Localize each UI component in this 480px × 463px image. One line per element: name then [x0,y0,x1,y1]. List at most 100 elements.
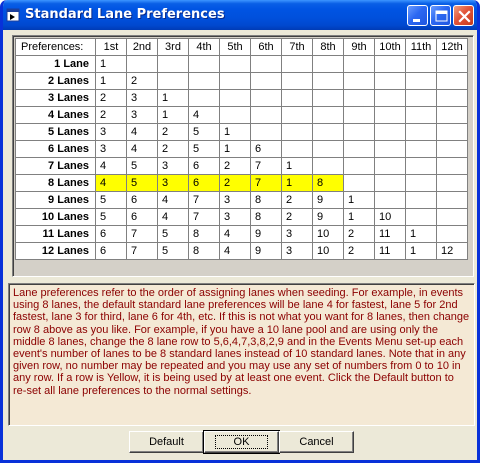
lane-cell[interactable]: 2 [126,72,158,90]
lane-cell[interactable] [374,157,406,175]
lane-cell[interactable]: 10 [312,242,344,260]
lane-cell[interactable]: 9 [250,225,282,243]
lane-cell[interactable]: 6 [126,208,158,226]
lane-cell[interactable]: 1 [405,225,437,243]
lane-cell[interactable] [405,89,437,107]
lane-cell[interactable]: 7 [126,225,158,243]
lane-cell[interactable] [436,174,468,192]
lane-cell[interactable] [405,55,437,73]
lane-cell[interactable]: 2 [95,106,127,124]
lane-cell[interactable] [250,123,282,141]
lane-cell[interactable]: 2 [219,174,251,192]
lane-cell[interactable] [188,89,220,107]
lane-cell[interactable]: 5 [157,242,189,260]
title-bar[interactable]: Standard Lane Preferences [3,0,477,30]
default-button[interactable]: Default [129,431,204,453]
lane-cell[interactable]: 1 [157,106,189,124]
lane-cell[interactable] [374,72,406,90]
ok-button[interactable]: OK [203,430,280,454]
lane-cell[interactable]: 1 [157,89,189,107]
lane-cell[interactable]: 2 [157,140,189,158]
lane-cell[interactable]: 1 [95,72,127,90]
lane-cell[interactable]: 1 [281,174,313,192]
minimize-button[interactable] [407,5,428,26]
lane-cell[interactable] [343,106,375,124]
lane-cell[interactable]: 1 [405,242,437,260]
lane-cell[interactable] [343,72,375,90]
lane-cell[interactable] [343,55,375,73]
lane-cell[interactable] [405,123,437,141]
lane-cell[interactable]: 4 [157,208,189,226]
lane-cell[interactable] [436,191,468,209]
lane-cell[interactable] [374,55,406,73]
lane-cell[interactable] [126,55,158,73]
lane-cell[interactable] [312,55,344,73]
lane-cell[interactable]: 2 [281,208,313,226]
lane-cell[interactable] [436,55,468,73]
lane-cell[interactable] [250,89,282,107]
lane-cell[interactable] [219,55,251,73]
lane-cell[interactable] [436,225,468,243]
lane-cell[interactable]: 4 [95,174,127,192]
lane-cell[interactable]: 10 [374,208,406,226]
lane-cell[interactable] [374,140,406,158]
lane-cell[interactable]: 3 [95,140,127,158]
lane-cell[interactable]: 5 [188,140,220,158]
lane-cell[interactable]: 3 [219,191,251,209]
lane-cell[interactable] [312,157,344,175]
lane-cell[interactable]: 8 [188,225,220,243]
lane-cell[interactable]: 2 [343,242,375,260]
lane-cell[interactable] [188,72,220,90]
lane-cell[interactable]: 5 [126,157,158,175]
lane-cell[interactable] [436,140,468,158]
lane-cell[interactable]: 1 [281,157,313,175]
lane-cell[interactable] [436,208,468,226]
lane-cell[interactable] [343,123,375,141]
lane-cell[interactable] [405,208,437,226]
lane-cell[interactable] [343,157,375,175]
lane-cell[interactable] [157,72,189,90]
lane-cell[interactable]: 4 [219,225,251,243]
maximize-button[interactable] [430,5,451,26]
lane-cell[interactable] [312,140,344,158]
lane-cell[interactable]: 5 [126,174,158,192]
lane-cell[interactable] [219,106,251,124]
lane-cell[interactable]: 5 [95,191,127,209]
lane-cell[interactable]: 1 [343,191,375,209]
lane-cell[interactable]: 7 [126,242,158,260]
lane-cell[interactable]: 3 [219,208,251,226]
lane-cell[interactable]: 9 [250,242,282,260]
lane-cell[interactable]: 7 [188,191,220,209]
lane-cell[interactable] [281,89,313,107]
lane-cell[interactable]: 5 [157,225,189,243]
lane-cell[interactable] [436,72,468,90]
lane-cell[interactable]: 4 [95,157,127,175]
lane-cell[interactable]: 5 [188,123,220,141]
lane-cell[interactable]: 3 [95,123,127,141]
lane-cell[interactable] [405,106,437,124]
lane-cell[interactable]: 4 [157,191,189,209]
lane-cell[interactable]: 8 [188,242,220,260]
lane-cell[interactable] [405,191,437,209]
lane-cell[interactable]: 4 [126,140,158,158]
lane-cell[interactable] [405,157,437,175]
lane-cell[interactable]: 6 [95,242,127,260]
lane-cell[interactable]: 6 [250,140,282,158]
lane-cell[interactable] [405,140,437,158]
lane-cell[interactable] [281,72,313,90]
lane-cell[interactable] [343,89,375,107]
lane-cell[interactable] [281,106,313,124]
lane-cell[interactable]: 6 [126,191,158,209]
lane-cell[interactable]: 8 [250,208,282,226]
lane-cell[interactable]: 1 [219,123,251,141]
lane-cell[interactable] [312,72,344,90]
lane-cell[interactable] [281,140,313,158]
lane-cell[interactable] [312,106,344,124]
lane-cell[interactable]: 4 [126,123,158,141]
lane-cell[interactable]: 9 [312,208,344,226]
lane-cell[interactable] [188,55,220,73]
lane-cell[interactable] [405,174,437,192]
lane-cell[interactable]: 3 [126,106,158,124]
lane-cell[interactable]: 2 [95,89,127,107]
lane-cell[interactable] [219,72,251,90]
